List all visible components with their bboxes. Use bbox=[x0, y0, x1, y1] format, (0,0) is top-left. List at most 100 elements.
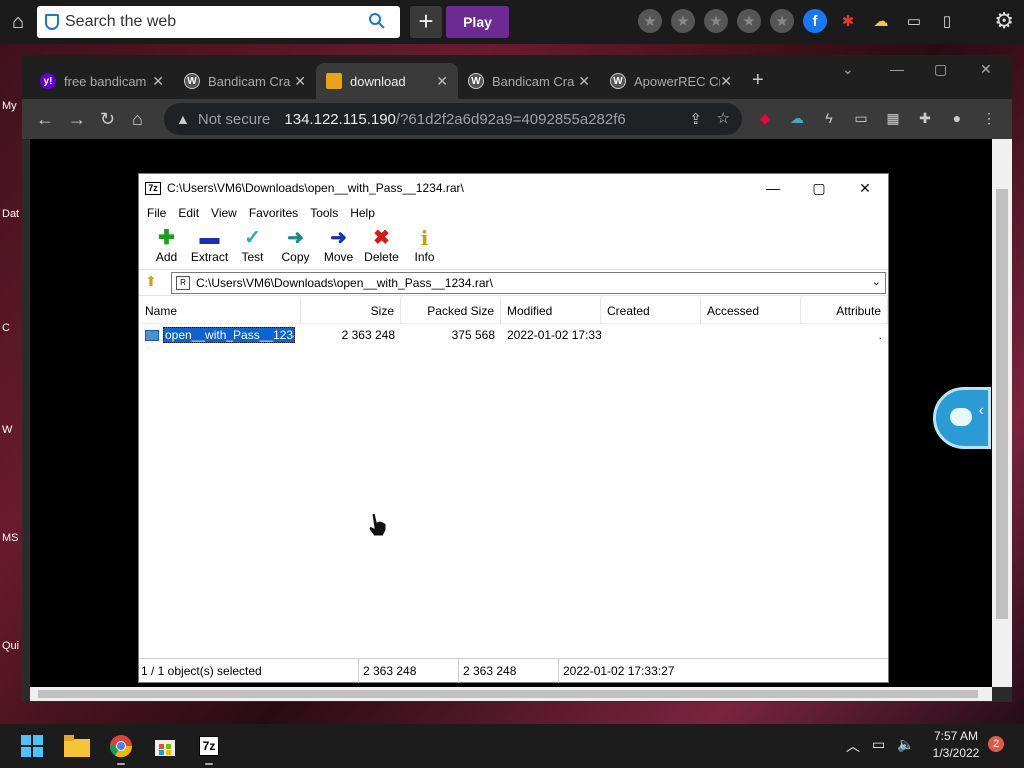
column-attribute[interactable]: Attribute bbox=[801, 297, 888, 324]
notification-badge[interactable]: 2 bbox=[988, 736, 1004, 752]
add-button[interactable]: ✚ Add bbox=[145, 224, 188, 264]
star-icon[interactable]: ★ bbox=[770, 9, 794, 33]
7zip-icon[interactable]: 7z bbox=[195, 732, 223, 765]
home-icon[interactable]: ⌂ bbox=[0, 0, 36, 44]
clock-time: 7:57 AM bbox=[933, 729, 979, 743]
add-button[interactable]: + bbox=[410, 6, 442, 38]
search-icon[interactable] bbox=[368, 12, 386, 30]
warning-icon[interactable]: ▲ bbox=[176, 111, 190, 127]
status-size: 2 363 248 bbox=[359, 658, 459, 683]
file-explorer-icon[interactable] bbox=[63, 732, 91, 760]
bookmark-star-icon[interactable]: ☆ bbox=[717, 109, 730, 127]
cloud-extension-icon[interactable]: ☁ bbox=[788, 109, 806, 127]
cell-attribute: . bbox=[878, 328, 882, 342]
star-icon[interactable]: ★ bbox=[704, 9, 728, 33]
menu-tools[interactable]: Tools bbox=[304, 206, 344, 220]
info-button[interactable]: i Info bbox=[403, 224, 446, 264]
profile-icon[interactable]: ● bbox=[948, 109, 966, 127]
chevron-left-icon[interactable]: ‹ bbox=[979, 402, 984, 420]
chevron-down-icon[interactable]: ⌄ bbox=[872, 275, 881, 288]
minimize-button[interactable]: — bbox=[890, 61, 904, 77]
shield-extension-icon[interactable]: ◆ bbox=[756, 109, 774, 127]
new-tab-button[interactable]: + bbox=[752, 69, 764, 92]
reload-icon[interactable]: ↻ bbox=[100, 109, 115, 130]
close-icon[interactable]: ✕ bbox=[152, 73, 164, 90]
tab-download[interactable]: download ✕ bbox=[316, 63, 458, 99]
screen-extension-icon[interactable]: ▭ bbox=[852, 109, 870, 127]
close-icon[interactable]: ✕ bbox=[294, 73, 306, 90]
cloud-side-widget[interactable]: ‹ bbox=[933, 387, 991, 449]
move-button[interactable]: ➜ Move bbox=[317, 224, 360, 264]
minimize-button[interactable]: — bbox=[750, 174, 796, 202]
tab-strip: y! free bandicam ✕ W Bandicam Cra ✕ down… bbox=[22, 55, 1012, 99]
windows-start-icon[interactable] bbox=[18, 732, 46, 760]
gear-icon[interactable]: ⚙ bbox=[994, 8, 1014, 34]
scrollbar-thumb[interactable] bbox=[996, 189, 1008, 619]
star-icon[interactable]: ★ bbox=[671, 9, 695, 33]
column-packed-size[interactable]: Packed Size bbox=[401, 297, 501, 324]
tab-bandicam-crack[interactable]: W Bandicam Cra ✕ bbox=[174, 63, 316, 99]
column-size[interactable]: Size bbox=[301, 297, 401, 324]
vertical-scrollbar[interactable] bbox=[992, 139, 1012, 687]
column-name[interactable]: Name bbox=[139, 297, 301, 324]
menu-file[interactable]: File bbox=[141, 206, 172, 220]
menu-edit[interactable]: Edit bbox=[172, 206, 205, 220]
column-modified[interactable]: Modified bbox=[501, 297, 601, 324]
column-headers: Name Size Packed Size Modified Created A… bbox=[139, 297, 888, 324]
horizontal-scrollbar[interactable] bbox=[30, 687, 992, 701]
grid-extension-icon[interactable]: ▦ bbox=[884, 109, 902, 127]
cell-size: 2 363 248 bbox=[341, 328, 395, 342]
close-button[interactable]: ✕ bbox=[842, 174, 888, 202]
file-name[interactable]: open__with_Pass__1234.... bbox=[163, 327, 295, 343]
forward-icon[interactable]: → bbox=[68, 109, 86, 130]
address-bar[interactable]: ▲ Not secure 134.122.115.190 /?61d2f2a6d… bbox=[164, 103, 742, 135]
copy-button[interactable]: ➜ Copy bbox=[274, 224, 317, 264]
tab-bandicam-crack-2[interactable]: W Bandicam Cra ✕ bbox=[458, 63, 600, 99]
up-folder-icon[interactable]: ⬆ bbox=[141, 273, 161, 293]
menu-view[interactable]: View bbox=[205, 206, 243, 220]
volume-icon[interactable]: 🔈 bbox=[897, 736, 914, 756]
table-row[interactable]: open__with_Pass__1234.... 2 363 248 375 … bbox=[139, 324, 888, 346]
menu-favorites[interactable]: Favorites bbox=[243, 206, 304, 220]
web-search-input[interactable]: Search the web bbox=[37, 6, 400, 38]
menu-help[interactable]: Help bbox=[344, 206, 381, 220]
close-icon[interactable]: ✕ bbox=[720, 73, 732, 90]
puzzle-icon[interactable]: ✚ bbox=[916, 109, 934, 127]
maximize-button[interactable]: ▢ bbox=[934, 61, 947, 78]
play-button[interactable]: Play bbox=[446, 6, 509, 38]
back-icon[interactable]: ← bbox=[36, 109, 54, 130]
path-combobox[interactable]: R C:\Users\VM6\Downloads\open__with_Pass… bbox=[171, 271, 886, 294]
tab-free-bandicam[interactable]: y! free bandicam ✕ bbox=[30, 63, 174, 99]
share-icon[interactable]: ⇪ bbox=[689, 110, 702, 128]
clock[interactable]: 7:57 AM 1/3/2022 bbox=[930, 728, 982, 762]
bolt-extension-icon[interactable]: ϟ bbox=[820, 109, 838, 127]
column-created[interactable]: Created bbox=[601, 297, 701, 324]
maximize-button[interactable]: ▢ bbox=[796, 174, 842, 202]
cell-name[interactable]: open__with_Pass__1234.... bbox=[139, 327, 301, 343]
facebook-icon[interactable]: f bbox=[803, 9, 827, 33]
folder-icon[interactable]: ▭ bbox=[902, 9, 926, 33]
title-bar[interactable]: 7z C:\Users\VM6\Downloads\open__with_Pas… bbox=[139, 174, 888, 202]
security-label[interactable]: Not secure bbox=[198, 111, 271, 128]
ladybug-icon[interactable]: ✱ bbox=[836, 9, 860, 33]
menu-dots-icon[interactable]: ⋮ bbox=[980, 109, 998, 127]
scrollbar-thumb[interactable] bbox=[38, 690, 978, 698]
column-accessed[interactable]: Accessed bbox=[701, 297, 801, 324]
delete-button[interactable]: ✖ Delete bbox=[360, 224, 403, 264]
chrome-icon[interactable] bbox=[107, 732, 135, 765]
chevron-down-icon[interactable]: ⌄ bbox=[842, 61, 854, 78]
close-window-button[interactable]: ✕ bbox=[980, 61, 992, 78]
chevron-up-icon[interactable]: ︿ bbox=[846, 736, 860, 756]
store-icon[interactable] bbox=[151, 732, 179, 760]
network-icon[interactable]: ▭ bbox=[872, 736, 885, 756]
star-icon[interactable]: ★ bbox=[737, 9, 761, 33]
test-button[interactable]: ✓ Test bbox=[231, 224, 274, 264]
trash-icon[interactable]: ▯ bbox=[935, 9, 959, 33]
close-icon[interactable]: ✕ bbox=[578, 73, 590, 90]
home-icon[interactable]: ⌂ bbox=[132, 109, 143, 130]
close-icon[interactable]: ✕ bbox=[436, 73, 448, 90]
tab-apowerrec-crack[interactable]: W ApowerREC Cr ✕ bbox=[600, 63, 742, 99]
weather-icon[interactable]: ☁ bbox=[869, 9, 893, 33]
extract-button[interactable]: ▬ Extract bbox=[188, 224, 231, 264]
star-icon[interactable]: ★ bbox=[638, 9, 662, 33]
